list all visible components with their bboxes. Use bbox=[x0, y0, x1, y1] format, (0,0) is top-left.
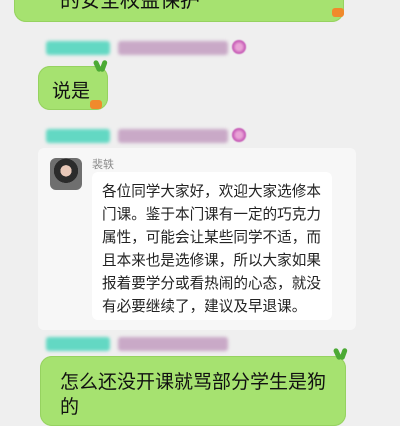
carrot-sticker-icon bbox=[90, 100, 102, 109]
message-text: 的 bbox=[60, 396, 80, 418]
message-text: 说是 bbox=[52, 80, 91, 102]
avatar[interactable] bbox=[50, 158, 82, 190]
message-bubble-reply[interactable]: 说是 bbox=[38, 66, 108, 110]
nickname-row-blurred bbox=[46, 336, 246, 352]
forwarded-message-card[interactable]: 裴轶 各位同学大家好，欢迎大家选修本 门课。鉴于本门课有一定的巧克力 属性，可能… bbox=[38, 148, 356, 330]
blurred-nickname bbox=[46, 41, 110, 55]
blurred-nickname bbox=[46, 129, 110, 143]
message-line: 各位同学大家好，欢迎大家选修本 bbox=[102, 183, 321, 200]
nickname-row-blurred bbox=[46, 128, 246, 144]
forwarded-message-body: 各位同学大家好，欢迎大家选修本 门课。鉴于本门课有一定的巧克力 属性，可能会让某… bbox=[92, 172, 332, 320]
message-line: 且本来也是选修课，所以大家如果 bbox=[102, 252, 321, 269]
message-bubble-top[interactable]: 的安全权益保护 bbox=[14, 0, 344, 22]
carrot-leaf-sticker-icon bbox=[94, 60, 108, 72]
message-line: 属性，可能会让某些同学不适，而 bbox=[102, 229, 321, 246]
blurred-nickname bbox=[118, 41, 228, 55]
blurred-flower-emoji-icon bbox=[232, 128, 246, 142]
message-line: 报着要学分或看热闹的心态，就没 bbox=[102, 275, 321, 292]
message-line: 门课。鉴于本门课有一定的巧克力 bbox=[102, 206, 321, 223]
blurred-flower-emoji-icon bbox=[232, 40, 246, 54]
carrot-leaf-sticker-icon bbox=[334, 348, 348, 360]
message-bubble-bottom[interactable]: 怎么还没开课就骂部分学生是狗 的 bbox=[40, 356, 346, 426]
sender-name: 裴轶 bbox=[92, 158, 114, 171]
blurred-nickname bbox=[118, 129, 228, 143]
message-text: 怎么还没开课就骂部分学生是狗 bbox=[60, 371, 327, 393]
nickname-row-blurred bbox=[46, 40, 246, 56]
carrot-sticker-icon bbox=[332, 8, 344, 17]
blurred-nickname bbox=[46, 337, 110, 351]
message-text: 的安全权益保护 bbox=[60, 0, 200, 12]
blurred-nickname bbox=[118, 337, 228, 351]
message-line: 有必要继续了，建议及早退课。 bbox=[102, 298, 307, 315]
